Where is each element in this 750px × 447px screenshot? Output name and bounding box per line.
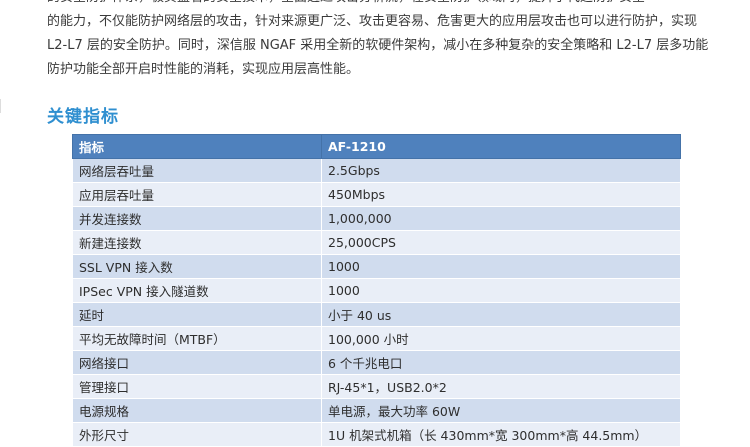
table-row: 并发连接数 1,000,000: [72, 206, 681, 231]
row-value: 1,000,000: [321, 206, 681, 231]
left-divider: [0, 99, 8, 113]
row-label: 网络层吞吐量: [72, 158, 322, 183]
table-row: 电源规格 单电源，最大功率 60W: [72, 398, 681, 423]
table-row: 网络层吞吐量 2.5Gbps: [72, 158, 681, 183]
header-metric: 指标: [72, 134, 322, 159]
table-row: 平均无故障时间（MTBF） 100,000 小时: [72, 326, 681, 351]
row-label: IPSec VPN 接入隧道数: [72, 278, 322, 303]
row-value: 450Mbps: [321, 182, 681, 207]
spec-table: 指标 AF-1210 网络层吞吐量 2.5Gbps 应用层吞吐量 450Mbps…: [72, 134, 681, 447]
row-value: 单电源，最大功率 60W: [321, 398, 681, 423]
header-model: AF-1210: [321, 134, 681, 159]
row-label: 平均无故障时间（MTBF）: [72, 326, 322, 351]
table-row: 外形尺寸 1U 机架式机箱（长 430mm*宽 300mm*高 44.5mm）: [72, 422, 681, 447]
row-label: 外形尺寸: [72, 422, 322, 447]
intro-paragraph: 的安全防护体系，极负盛名的安全技术，全面透过攻击分析流，在安全防护领域内，提升了…: [47, 0, 717, 82]
row-label: 电源规格: [72, 398, 322, 423]
row-value: 1000: [321, 254, 681, 279]
table-row: 管理接口 RJ-45*1，USB2.0*2: [72, 374, 681, 399]
row-label: SSL VPN 接入数: [72, 254, 322, 279]
intro-line-1: 的能力，不仅能防护网络层的攻击，针对来源更广泛、攻击更容易、危害更大的应用层攻击…: [47, 14, 698, 29]
table-row: 新建连接数 25,000CPS: [72, 230, 681, 255]
row-value: 2.5Gbps: [321, 158, 681, 183]
intro-line-2: L2-L7 层的安全防护。同时，深信服 NGAF 采用全新的软硬件架构，减小在多…: [47, 38, 709, 53]
row-value: 小于 40 us: [321, 302, 681, 327]
row-value: 1000: [321, 278, 681, 303]
table-header-row: 指标 AF-1210: [72, 134, 681, 159]
intro-line-3: 防护功能全部开启时性能的消耗，实现应用层高性能。: [47, 62, 360, 77]
table-row: 应用层吞吐量 450Mbps: [72, 182, 681, 207]
row-value: RJ-45*1，USB2.0*2: [321, 374, 681, 399]
row-label: 应用层吞吐量: [72, 182, 322, 207]
row-value: 6 个千兆电口: [321, 350, 681, 375]
row-value: 100,000 小时: [321, 326, 681, 351]
row-label: 新建连接数: [72, 230, 322, 255]
row-label: 并发连接数: [72, 206, 322, 231]
section-title: 关键指标: [47, 107, 119, 127]
table-row: IPSec VPN 接入隧道数 1000: [72, 278, 681, 303]
intro-line-0: 的安全防护体系，极负盛名的安全技术，全面透过攻击分析流，在安全防护领域内，提升了…: [47, 0, 645, 10]
table-row: 网络接口 6 个千兆电口: [72, 350, 681, 375]
row-value: 25,000CPS: [321, 230, 681, 255]
table-row: 延时 小于 40 us: [72, 302, 681, 327]
row-label: 管理接口: [72, 374, 322, 399]
table-row: SSL VPN 接入数 1000: [72, 254, 681, 279]
row-value: 1U 机架式机箱（长 430mm*宽 300mm*高 44.5mm）: [321, 422, 681, 447]
row-label: 网络接口: [72, 350, 322, 375]
row-label: 延时: [72, 302, 322, 327]
